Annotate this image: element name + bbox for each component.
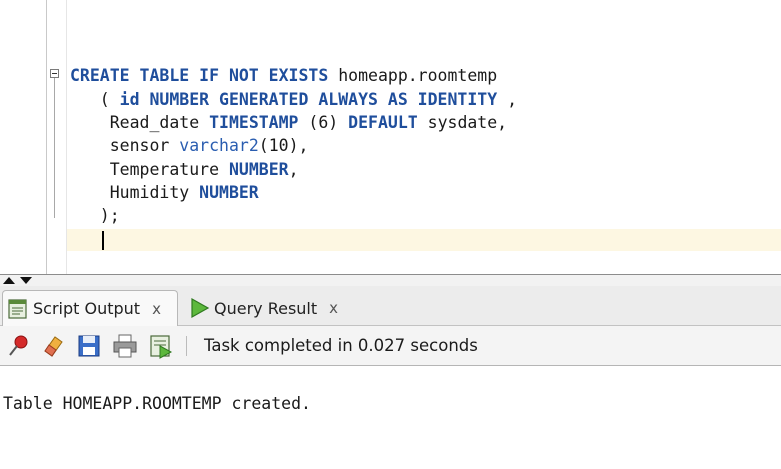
code-text: homeapp.roomtemp (328, 66, 498, 85)
pin-button[interactable] (6, 333, 32, 359)
collapse-up-icon[interactable] (3, 277, 15, 284)
run-script-icon (150, 335, 173, 359)
code-text: sysdate, (417, 113, 508, 132)
script-output-icon (7, 298, 29, 320)
text-caret (102, 231, 104, 250)
clear-button[interactable] (40, 333, 66, 359)
code-text: , (288, 160, 299, 179)
output-tab-bar: Script Output x Query Result x (0, 286, 781, 326)
task-status-text: Task completed in 0.027 seconds (204, 336, 478, 355)
code-line-5[interactable]: Temperature NUMBER, (70, 159, 299, 181)
code-keyword: NUMBER (228, 160, 289, 179)
code-text: ); (70, 206, 120, 225)
fold-guide-line (54, 78, 55, 218)
code-line-2[interactable]: ( id NUMBER GENERATED ALWAYS AS IDENTITY… (70, 89, 517, 111)
output-toolbar: Task completed in 0.027 seconds (0, 326, 781, 366)
current-line-highlight (67, 229, 781, 251)
panel-splitter[interactable] (0, 274, 781, 286)
code-text: Read_date (70, 113, 210, 132)
save-button[interactable] (76, 333, 102, 359)
code-text: ( (70, 90, 120, 109)
print-icon (113, 334, 137, 358)
code-line-6[interactable]: Humidity NUMBER (70, 182, 259, 204)
code-text: (6) (298, 113, 349, 132)
sql-editor[interactable]: CREATE TABLE IF NOT EXISTS homeapp.roomt… (0, 0, 781, 274)
save-icon (78, 335, 100, 357)
tab-label: Script Output (33, 299, 141, 318)
toolbar-separator (186, 336, 187, 356)
code-keyword: CREATE TABLE IF NOT EXISTS (70, 66, 329, 85)
code-line-3[interactable]: Read_date TIMESTAMP (6) DEFAULT sysdate, (70, 112, 507, 134)
editor-gutter (0, 0, 46, 274)
close-tab-icon[interactable]: x (152, 300, 161, 318)
code-line-7[interactable]: ); (70, 205, 120, 227)
code-text: Temperature (70, 160, 229, 179)
script-output-pane[interactable]: Table HOMEAPP.ROOMTEMP created. (0, 366, 781, 469)
code-text: , (497, 90, 518, 109)
code-line-4[interactable]: sensor varchar2(10), (70, 135, 309, 157)
tab-query-result[interactable]: Query Result x (184, 290, 364, 326)
code-text: sensor (70, 136, 180, 155)
code-line-1[interactable]: CREATE TABLE IF NOT EXISTS homeapp.roomt… (70, 65, 497, 87)
print-button[interactable] (112, 333, 138, 359)
code-type: varchar2 (179, 136, 259, 155)
expand-down-icon[interactable] (20, 277, 32, 284)
output-message: Table HOMEAPP.ROOMTEMP created. (3, 394, 311, 413)
run-script-button[interactable] (148, 333, 174, 359)
gutter-divider (46, 0, 47, 274)
tab-label: Query Result (214, 298, 318, 318)
code-keyword: id NUMBER GENERATED ALWAYS AS IDENTITY (119, 90, 498, 109)
code-text: (10), (258, 136, 309, 155)
code-fold-minus-icon[interactable] (50, 69, 59, 78)
play-icon (188, 297, 210, 319)
code-keyword: TIMESTAMP (209, 113, 299, 132)
code-keyword: NUMBER (199, 183, 259, 202)
tab-script-output[interactable]: Script Output x (2, 290, 178, 326)
eraser-icon (44, 336, 63, 357)
code-text: Humidity (70, 183, 200, 202)
pin-icon (9, 335, 28, 356)
close-tab-icon[interactable]: x (329, 299, 338, 317)
code-keyword: DEFAULT (348, 113, 418, 132)
